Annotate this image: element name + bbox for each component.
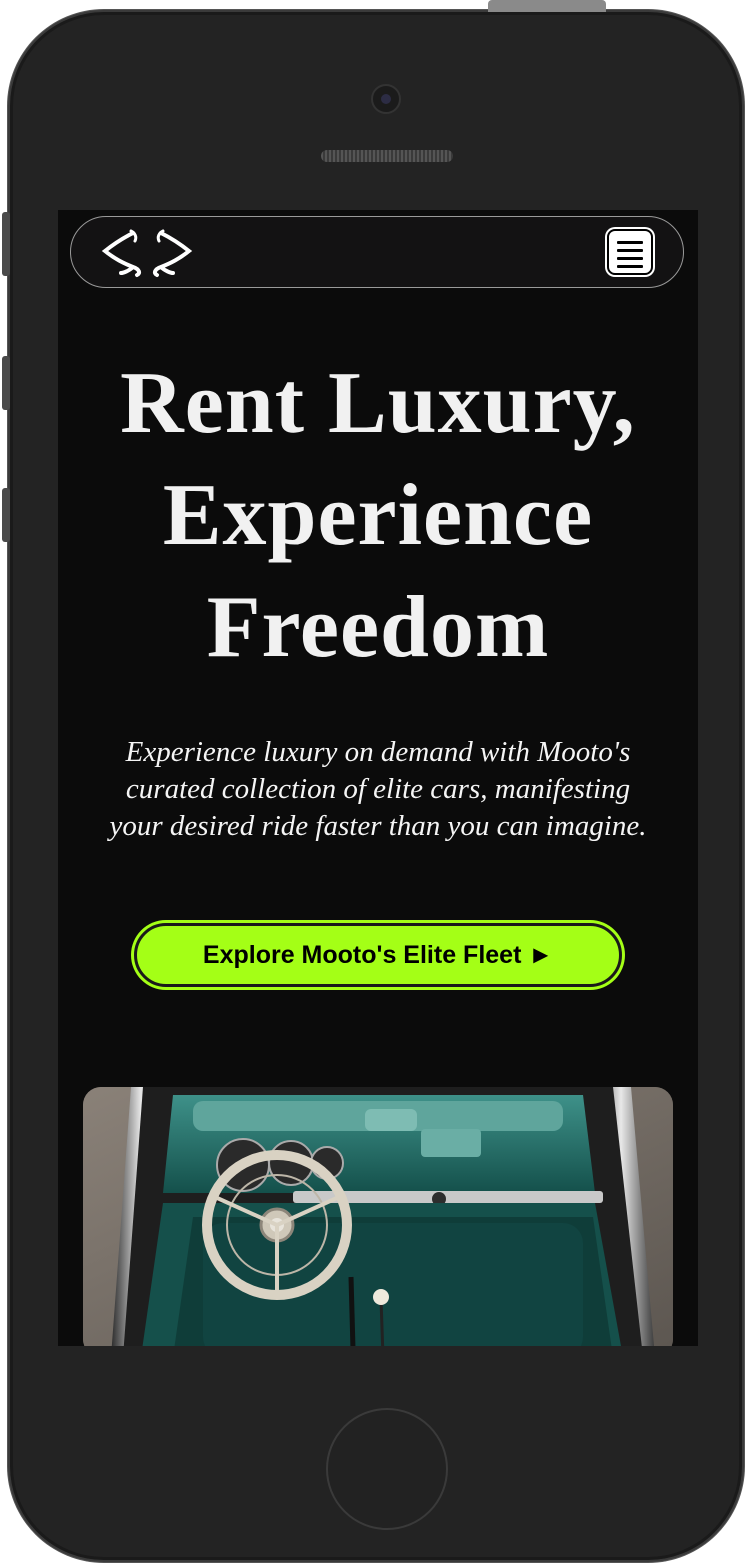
hero-title-line3: Freedom (206, 579, 550, 676)
mute-switch (2, 212, 10, 276)
hero-car-interior-image (83, 1087, 673, 1346)
hero-subtitle: Experience luxury on demand with Mooto's… (109, 736, 647, 842)
navbar (70, 216, 684, 288)
hero-title-line1: Rent Luxury, (120, 355, 636, 452)
hamburger-menu-icon (617, 241, 643, 273)
home-button[interactable] (326, 1408, 448, 1530)
car-interior-illustration (83, 1087, 673, 1346)
hero-title: Rent Luxury, Experience Freedom (58, 348, 698, 684)
hamburger-menu-button[interactable] (607, 229, 653, 275)
angle-brackets-logo[interactable] (99, 227, 195, 279)
volume-up-button (2, 356, 10, 410)
volume-down-button (2, 488, 10, 542)
power-button (488, 0, 606, 12)
explore-fleet-button[interactable]: Explore Mooto's Elite Fleet ► (134, 923, 622, 987)
front-camera (371, 84, 401, 114)
screen: Rent Luxury, Experience Freedom Experien… (58, 210, 698, 1346)
earpiece-speaker (321, 150, 453, 162)
hero-title-line2: Experience (162, 467, 594, 564)
